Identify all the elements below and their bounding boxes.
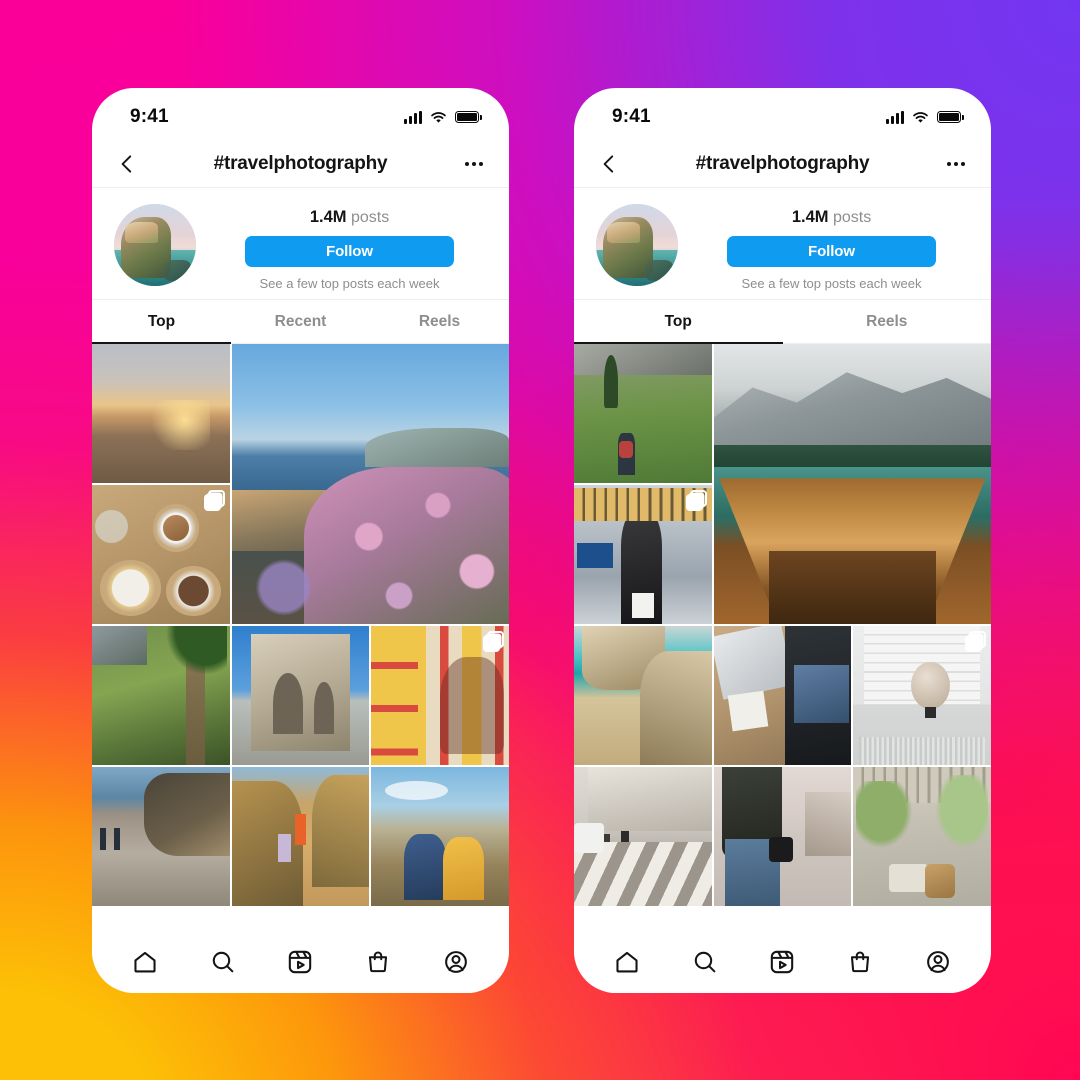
grid-post-coffee-table[interactable]: [92, 485, 230, 624]
phone-mockup-left: 9:41 #travelphotography 1.4M posts Follo…: [92, 88, 509, 993]
status-icons: [886, 110, 964, 124]
post-thumbnail: [371, 767, 509, 906]
signal-bars-icon: [404, 110, 422, 124]
post-grid: [92, 344, 509, 931]
post-thumbnail: [231, 626, 370, 765]
signal-bars-icon: [886, 110, 904, 124]
post-thumbnail: [713, 344, 991, 624]
follow-button[interactable]: Follow: [727, 236, 936, 267]
grid-post-coastal-flowers[interactable]: [231, 344, 509, 624]
profile-icon[interactable]: [442, 948, 470, 976]
tab-top[interactable]: Top: [574, 300, 783, 344]
search-icon[interactable]: [209, 948, 237, 976]
grid-post-sunset-beach[interactable]: [92, 344, 230, 483]
post-thumbnail: [574, 767, 712, 906]
grid-post-crosswalk-street[interactable]: [574, 767, 712, 906]
app-navbar: #travelphotography: [574, 140, 991, 188]
more-options-button[interactable]: [461, 151, 487, 177]
grid-post-photographer[interactable]: [713, 767, 852, 906]
home-icon[interactable]: [131, 948, 159, 976]
tab-recent[interactable]: Recent: [231, 300, 370, 343]
post-thumbnail: [92, 767, 230, 906]
grid-post-striped-wall-shadow[interactable]: [371, 626, 509, 765]
status-bar: 9:41: [92, 88, 509, 140]
shop-icon[interactable]: [846, 948, 874, 976]
more-options-button[interactable]: [943, 151, 969, 177]
wifi-icon: [431, 111, 446, 123]
carousel-indicator-icon: [965, 631, 986, 652]
carousel-indicator-icon: [685, 490, 707, 511]
status-clock: 9:41: [130, 106, 169, 127]
post-thumbnail: [231, 767, 370, 906]
bottom-tabbar: [92, 931, 509, 993]
home-icon[interactable]: [613, 948, 641, 976]
posts-count: 1.4M posts: [309, 208, 390, 226]
status-bar: 9:41: [574, 88, 991, 140]
app-navbar: #travelphotography: [92, 140, 509, 188]
page-title: #travelphotography: [695, 152, 870, 174]
post-thumbnail: [231, 344, 509, 624]
avatar[interactable]: [114, 204, 196, 286]
tab-top[interactable]: Top: [92, 300, 231, 344]
search-icon[interactable]: [691, 948, 719, 976]
grid-post-palm-garden[interactable]: [92, 626, 230, 765]
page-title: #travelphotography: [213, 152, 388, 174]
grid-post-boat-on-lake[interactable]: [713, 344, 991, 624]
posts-count: 1.4M posts: [791, 208, 872, 226]
reels-icon[interactable]: [286, 948, 314, 976]
status-icons: [404, 110, 482, 124]
post-thumbnail: [92, 344, 230, 483]
tab-reels[interactable]: Reels: [783, 300, 992, 343]
carousel-indicator-icon: [203, 490, 225, 511]
profile-note: See a few top posts each week: [741, 276, 922, 291]
profile-icon[interactable]: [924, 948, 952, 976]
grid-post-pebble-beach[interactable]: [92, 767, 230, 906]
post-thumbnail: [574, 344, 712, 483]
grid-post-canyon-hikers[interactable]: [231, 767, 370, 906]
back-button[interactable]: [114, 151, 140, 177]
phone-mockup-right: 9:41 #travelphotography 1.4M posts Follo…: [574, 88, 991, 993]
battery-icon: [455, 111, 482, 123]
wifi-icon: [913, 111, 928, 123]
post-thumbnail: [853, 767, 991, 906]
post-thumbnail: [92, 626, 230, 765]
post-grid: [574, 344, 991, 931]
poster-canvas: 9:41 #travelphotography 1.4M posts Follo…: [0, 0, 1080, 1080]
content-tabs: Top Recent Reels: [92, 300, 509, 344]
grid-post-beach-cove[interactable]: [574, 626, 712, 765]
carousel-indicator-icon: [483, 631, 504, 652]
post-thumbnail: [713, 626, 852, 765]
hashtag-profile: 1.4M posts Follow See a few top posts ea…: [574, 188, 991, 300]
status-clock: 9:41: [612, 106, 651, 127]
grid-post-stone-arch[interactable]: [231, 626, 370, 765]
post-thumbnail: [713, 767, 852, 906]
tab-reels[interactable]: Reels: [370, 300, 509, 343]
content-tabs: Top Reels: [574, 300, 991, 344]
post-thumbnail: [574, 626, 712, 765]
grid-post-packed-suitcase[interactable]: [713, 626, 852, 765]
avatar[interactable]: [596, 204, 678, 286]
grid-post-airport-terminal[interactable]: [574, 485, 712, 624]
back-button[interactable]: [596, 151, 622, 177]
grid-post-patio-plants[interactable]: [853, 767, 991, 906]
hashtag-profile: 1.4M posts Follow See a few top posts ea…: [92, 188, 509, 300]
reels-icon[interactable]: [768, 948, 796, 976]
profile-note: See a few top posts each week: [259, 276, 440, 291]
follow-button[interactable]: Follow: [245, 236, 454, 267]
battery-icon: [937, 111, 964, 123]
shop-icon[interactable]: [364, 948, 392, 976]
grid-post-mountain-hiker[interactable]: [574, 344, 712, 483]
grid-post-globe-by-window[interactable]: [853, 626, 991, 765]
bottom-tabbar: [574, 931, 991, 993]
grid-post-sunset-couple[interactable]: [371, 767, 509, 906]
